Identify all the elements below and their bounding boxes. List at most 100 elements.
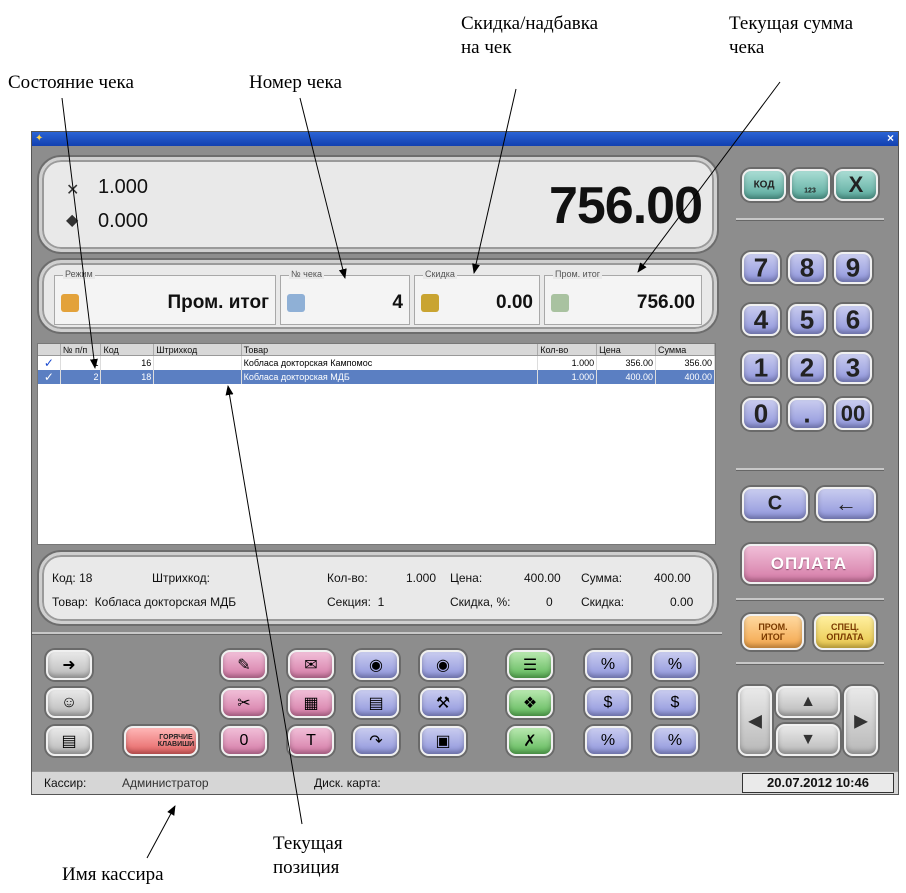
subtotal-label: Пром. итог bbox=[553, 269, 603, 279]
items-table[interactable]: № п/п Код Штрихкод Товар Кол-во Цена Сум… bbox=[37, 343, 716, 545]
money-button[interactable]: ✉ bbox=[288, 650, 334, 680]
key-8[interactable]: 8 bbox=[788, 252, 826, 284]
mode-field: Режим Пром. итог bbox=[54, 269, 276, 325]
header-code[interactable]: Код bbox=[100, 344, 155, 356]
zero-button[interactable]: 0 bbox=[221, 726, 267, 756]
user-button[interactable]: ☺ bbox=[46, 688, 92, 718]
transfer-button[interactable]: T bbox=[288, 726, 334, 756]
row-sum: 400.00 bbox=[655, 370, 715, 384]
weight-value: 0.000 bbox=[98, 210, 149, 232]
table-row-selected[interactable]: ✓ 2 18 Кобласа докторская МДБ 1.000 400.… bbox=[38, 370, 715, 384]
receipt-number-field: № чека 4 bbox=[280, 269, 410, 325]
right-arrow-button[interactable]: ▶ bbox=[844, 686, 878, 756]
document-button[interactable]: ▤ bbox=[353, 688, 399, 718]
header-price[interactable]: Цена bbox=[596, 344, 657, 356]
money-icon: ✉ bbox=[304, 657, 318, 674]
table-row[interactable]: ✓ 1 16 Кобласа докторская Кампомос 1.000… bbox=[38, 355, 715, 370]
discount-add-button[interactable]: % bbox=[652, 650, 698, 680]
pay-button[interactable]: ОПЛАТА bbox=[742, 544, 876, 584]
divider bbox=[32, 632, 722, 635]
special-pay-button[interactable]: СПЕЦ. ОПЛАТА bbox=[814, 614, 876, 650]
key-5[interactable]: 5 bbox=[788, 304, 826, 336]
key-1[interactable]: 1 bbox=[742, 352, 780, 384]
key-9[interactable]: 9 bbox=[834, 252, 872, 284]
status-bar: Кассир: Администратор Диск. карта: 20.07… bbox=[32, 771, 898, 794]
card-button[interactable]: ▦ bbox=[288, 688, 334, 718]
percent-remove-button[interactable]: % bbox=[652, 726, 698, 756]
multiply-icon: ✕ bbox=[66, 182, 80, 199]
x-key[interactable]: X bbox=[834, 169, 878, 201]
discount-remove-button[interactable]: % bbox=[585, 650, 631, 680]
key-00[interactable]: 00 bbox=[834, 398, 872, 430]
discount-value: 0.00 bbox=[496, 292, 533, 313]
detail-discount-pct-label: Скидка, %: bbox=[450, 595, 511, 609]
subtotal-button[interactable]: ПРОМ. ИТОГ bbox=[742, 614, 804, 650]
key-6[interactable]: 6 bbox=[834, 304, 872, 336]
code-key[interactable]: КОД bbox=[742, 169, 786, 201]
edit-button[interactable]: ✎ bbox=[221, 650, 267, 680]
key-3[interactable]: 3 bbox=[834, 352, 872, 384]
detail-code: Код: 18 bbox=[52, 571, 93, 585]
right-arrow-icon: ▶ bbox=[854, 710, 868, 731]
row-check-icon: ✓ bbox=[38, 355, 61, 370]
annotation-current-position: Текущая позиция bbox=[273, 833, 343, 878]
cancel-receipt-button[interactable]: ✗ bbox=[507, 726, 553, 756]
coins-icon: ◉ bbox=[436, 657, 450, 674]
arrow-cashier-name bbox=[146, 805, 176, 859]
barcode-key[interactable]: 123 bbox=[790, 169, 830, 201]
coins-add-button[interactable]: ◉ bbox=[420, 650, 466, 680]
header-number[interactable]: № п/п bbox=[60, 344, 102, 356]
detail-sum-label: Сумма: bbox=[581, 571, 623, 585]
money-markup-icon: $ bbox=[670, 694, 680, 711]
row-item: Кобласа докторская Кампомос bbox=[241, 355, 539, 370]
sum-discount-button[interactable]: $ bbox=[585, 688, 631, 718]
header-item[interactable]: Товар bbox=[241, 344, 539, 356]
exit-button[interactable]: ➜ bbox=[46, 650, 92, 680]
header-qty[interactable]: Кол-во bbox=[537, 344, 598, 356]
key-4[interactable]: 4 bbox=[742, 304, 780, 336]
key-7[interactable]: 7 bbox=[742, 252, 780, 284]
close-icon[interactable]: × bbox=[887, 131, 894, 145]
clear-key[interactable]: C bbox=[742, 487, 808, 521]
percent-button[interactable]: % bbox=[585, 726, 631, 756]
annotation-receipt-number: Номер чека bbox=[249, 72, 342, 93]
receipt-cancel-icon: ✗ bbox=[523, 733, 537, 750]
box-button[interactable]: ▣ bbox=[420, 726, 466, 756]
coins-remove-button[interactable]: ◉ bbox=[353, 650, 399, 680]
gift-button[interactable]: ❖ bbox=[507, 688, 553, 718]
up-arrow-button[interactable]: ▲ bbox=[776, 686, 840, 718]
hotkeys-label: ГОРЯЧИЕ КЛАВИШИ bbox=[157, 734, 195, 748]
key-0[interactable]: 0 bbox=[742, 398, 780, 430]
row-item: Кобласа докторская МДБ bbox=[241, 370, 539, 384]
row-barcode bbox=[153, 370, 242, 384]
annotation-current-sum: Текущая сумма чека bbox=[729, 13, 854, 58]
sum-markup-button[interactable]: $ bbox=[652, 688, 698, 718]
gavel-button[interactable]: ⚒ bbox=[420, 688, 466, 718]
key-2[interactable]: 2 bbox=[788, 352, 826, 384]
header-sum[interactable]: Сумма bbox=[655, 344, 715, 356]
backspace-icon: ← bbox=[835, 491, 857, 516]
discount-card-label: Диск. карта: bbox=[314, 776, 381, 790]
row-qty: 1.000 bbox=[537, 370, 598, 384]
down-arrow-button[interactable]: ▼ bbox=[776, 724, 840, 756]
cashier-label: Кассир: bbox=[44, 776, 87, 790]
pos-window: ✦ × ✕ 1.000 ◆ 0.000 756.00 Режим Пром. и… bbox=[31, 131, 899, 795]
list-button[interactable]: ☰ bbox=[507, 650, 553, 680]
receipt-number-value: 4 bbox=[392, 292, 403, 313]
backspace-key[interactable]: ← bbox=[816, 487, 876, 521]
subtotal-field: Пром. итог 756.00 bbox=[544, 269, 702, 325]
refresh-button[interactable]: ↷ bbox=[353, 726, 399, 756]
mode-value: Пром. итог bbox=[167, 292, 270, 313]
settings-button[interactable]: ✂ bbox=[221, 688, 267, 718]
header-barcode[interactable]: Штрихкод bbox=[153, 344, 242, 356]
row-check-icon: ✓ bbox=[38, 370, 61, 384]
row-qty: 1.000 bbox=[537, 355, 598, 370]
mode-label: Режим bbox=[63, 269, 95, 279]
keypad-divider bbox=[736, 218, 884, 221]
hotkeys-button[interactable]: ГОРЯЧИЕ КЛАВИШИ bbox=[124, 726, 198, 756]
key-dot[interactable]: . bbox=[788, 398, 826, 430]
print-button[interactable]: ▤ bbox=[46, 726, 92, 756]
left-arrow-button[interactable]: ◀ bbox=[738, 686, 772, 756]
detail-qty-value: 1.000 bbox=[406, 571, 437, 585]
row-sum: 356.00 bbox=[655, 355, 715, 370]
